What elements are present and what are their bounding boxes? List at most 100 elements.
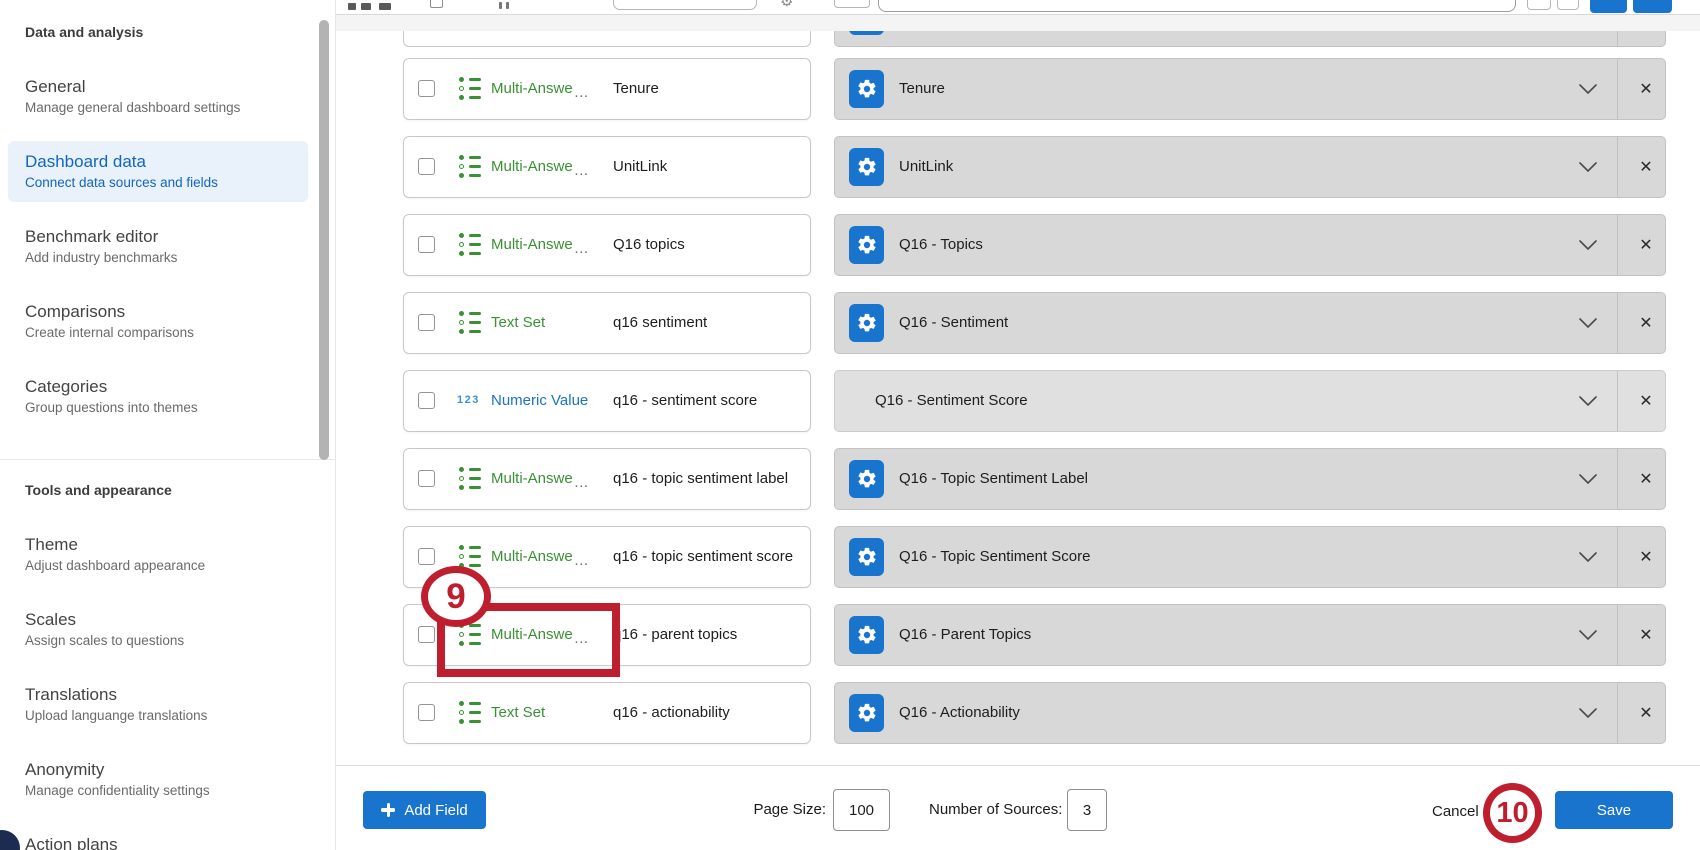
toolbar-gear-icon[interactable]: ⚙ <box>780 0 793 9</box>
chevron-down-icon[interactable] <box>1578 707 1598 719</box>
row-divider <box>1617 683 1618 743</box>
toolbar-text-fragment <box>506 2 509 9</box>
source-field-row-q16-sentiment[interactable]: Text Set q16 sentiment <box>403 292 811 354</box>
toolbar-search-input-partial[interactable] <box>878 0 1516 12</box>
page-size-input[interactable] <box>833 789 890 831</box>
mapped-field-row-tenure[interactable]: Tenure ✕ <box>834 58 1666 120</box>
field-type-label: Text Set <box>491 313 545 333</box>
toolbar-primary-button-partial[interactable] <box>1633 0 1672 13</box>
chevron-down-icon[interactable] <box>1578 395 1598 407</box>
source-field-row-q16-topics[interactable]: Multi-Answe… Q16 topics <box>403 214 811 276</box>
sidebar-item-dashboard-data[interactable]: Dashboard data Connect data sources and … <box>8 141 308 202</box>
chevron-down-icon[interactable] <box>1578 83 1598 95</box>
remove-icon[interactable]: ✕ <box>1627 137 1665 197</box>
mapped-field-name: Q16 - Topic Sentiment Label <box>899 469 1088 489</box>
sidebar-scrollbar[interactable] <box>319 20 329 460</box>
sidebar-item-anonymity[interactable]: Anonymity Manage confidentiality setting… <box>8 749 308 810</box>
sidebar-item-subtitle: Manage confidentiality settings <box>25 781 291 800</box>
mapped-field-row-q16-topic-sentiment-score[interactable]: Q16 - Topic Sentiment Score ✕ <box>834 526 1666 588</box>
truncation-ellipsis: … <box>574 162 589 179</box>
chevron-down-icon[interactable] <box>1578 551 1598 563</box>
chevron-down-icon[interactable] <box>1578 317 1598 329</box>
toolbar-button-partial[interactable] <box>1527 0 1551 10</box>
gear-icon[interactable] <box>849 538 884 576</box>
annotation-step-9: 9 <box>421 566 491 627</box>
remove-icon[interactable]: ✕ <box>1627 59 1665 119</box>
toolbar-primary-button-partial[interactable] <box>1590 0 1627 13</box>
mapped-field-name: Q16 - Actionability <box>899 703 1020 723</box>
chevron-down-icon[interactable] <box>1578 161 1598 173</box>
field-checkbox[interactable] <box>418 314 435 331</box>
gear-icon[interactable] <box>849 70 884 108</box>
toolbar-button-partial[interactable] <box>834 0 870 8</box>
number-of-sources-label: Number of Sources: <box>929 802 1062 818</box>
sidebar-item-categories[interactable]: Categories Group questions into themes <box>8 366 308 427</box>
mapped-field-row-q16-sentiment[interactable]: Q16 - Sentiment ✕ <box>834 292 1666 354</box>
chevron-down-icon[interactable] <box>1578 473 1598 485</box>
add-field-button[interactable]: Add Field <box>363 791 486 829</box>
field-checkbox[interactable] <box>418 158 435 175</box>
source-field-row-q16-actionability[interactable]: Text Set q16 - actionability <box>403 682 811 744</box>
mapped-field-row-q16-sentiment-score[interactable]: Q16 - Sentiment Score ✕ <box>834 370 1666 432</box>
dashboard-settings-window: ⚙ Data and analysis General Manage gener… <box>0 0 1700 850</box>
field-checkbox[interactable] <box>418 470 435 487</box>
source-field-row-unitlink[interactable]: Multi-Answe… UnitLink <box>403 136 811 198</box>
field-checkbox[interactable] <box>418 704 435 721</box>
mapped-field-row-q16-actionability[interactable]: Q16 - Actionability ✕ <box>834 682 1666 744</box>
sidebar-item-theme[interactable]: Theme Adjust dashboard appearance <box>8 524 308 585</box>
gear-icon[interactable] <box>849 616 884 654</box>
mapped-field-row-q16-parent-topics[interactable]: Q16 - Parent Topics ✕ <box>834 604 1666 666</box>
field-checkbox[interactable] <box>418 626 435 643</box>
gear-icon[interactable] <box>849 304 884 342</box>
remove-icon[interactable]: ✕ <box>1627 293 1665 353</box>
sidebar-section-divider <box>0 459 335 460</box>
gear-icon[interactable] <box>849 148 884 186</box>
sidebar-item-title: Dashboard data <box>25 151 291 173</box>
source-field-row-tenure[interactable]: Multi-Answe… Tenure <box>403 58 811 120</box>
remove-icon[interactable]: ✕ <box>1627 605 1665 665</box>
field-type-label: Multi-Answe… <box>491 469 589 489</box>
save-button[interactable]: Save <box>1555 791 1673 829</box>
field-checkbox[interactable] <box>418 236 435 253</box>
source-field-row-q16-topic-sentiment-label[interactable]: Multi-Answe… q16 - topic sentiment label <box>403 448 811 510</box>
remove-icon[interactable]: ✕ <box>1627 371 1665 431</box>
toolbar-input-partial[interactable] <box>613 0 757 10</box>
number-of-sources-input[interactable] <box>1067 789 1107 831</box>
toolbar-icon-fragment <box>348 3 356 10</box>
field-name: q16 sentiment <box>613 313 707 333</box>
multi-answer-list-icon <box>459 154 482 180</box>
sidebar-item-general[interactable]: General Manage general dashboard setting… <box>8 66 308 127</box>
sidebar-item-comparisons[interactable]: Comparisons Create internal comparisons <box>8 291 308 352</box>
chevron-down-icon[interactable] <box>1578 239 1598 251</box>
toolbar-button-partial[interactable] <box>1557 0 1579 10</box>
sidebar-item-benchmark-editor[interactable]: Benchmark editor Add industry benchmarks <box>8 216 308 277</box>
multi-answer-list-icon <box>459 232 482 258</box>
remove-icon[interactable]: ✕ <box>1627 215 1665 275</box>
source-field-row-q16-sentiment-score[interactable]: 123 Numeric Value q16 - sentiment score <box>403 370 811 432</box>
cancel-button[interactable]: Cancel <box>1432 803 1479 820</box>
gear-icon[interactable] <box>849 694 884 732</box>
field-checkbox[interactable] <box>418 548 435 565</box>
mapped-field-name: Q16 - Sentiment Score <box>875 391 1028 411</box>
sidebar-item-title: General <box>25 76 291 98</box>
sidebar-item-title: Benchmark editor <box>25 226 291 248</box>
remove-icon[interactable]: ✕ <box>1627 527 1665 587</box>
field-name: Tenure <box>613 79 659 99</box>
row-divider <box>1617 605 1618 665</box>
gear-icon[interactable] <box>849 226 884 264</box>
sidebar-item-action-plans[interactable]: Action plans <box>8 824 308 850</box>
gear-icon[interactable] <box>849 460 884 498</box>
field-checkbox[interactable] <box>418 80 435 97</box>
remove-icon[interactable]: ✕ <box>1627 449 1665 509</box>
mapped-field-row-q16-topic-sentiment-label[interactable]: Q16 - Topic Sentiment Label ✕ <box>834 448 1666 510</box>
mapped-field-row-unitlink[interactable]: UnitLink ✕ <box>834 136 1666 198</box>
sidebar-item-translations[interactable]: Translations Upload languange translatio… <box>8 674 308 735</box>
chevron-down-icon[interactable] <box>1578 629 1598 641</box>
footer-divider <box>336 765 1700 766</box>
sidebar-item-scales[interactable]: Scales Assign scales to questions <box>8 599 308 660</box>
remove-icon[interactable]: ✕ <box>1627 683 1665 743</box>
field-name: q16 - topic sentiment score <box>613 547 793 567</box>
field-checkbox[interactable] <box>418 392 435 409</box>
mapped-field-row-q16-topics[interactable]: Q16 - Topics ✕ <box>834 214 1666 276</box>
sidebar-item-title: Categories <box>25 376 291 398</box>
